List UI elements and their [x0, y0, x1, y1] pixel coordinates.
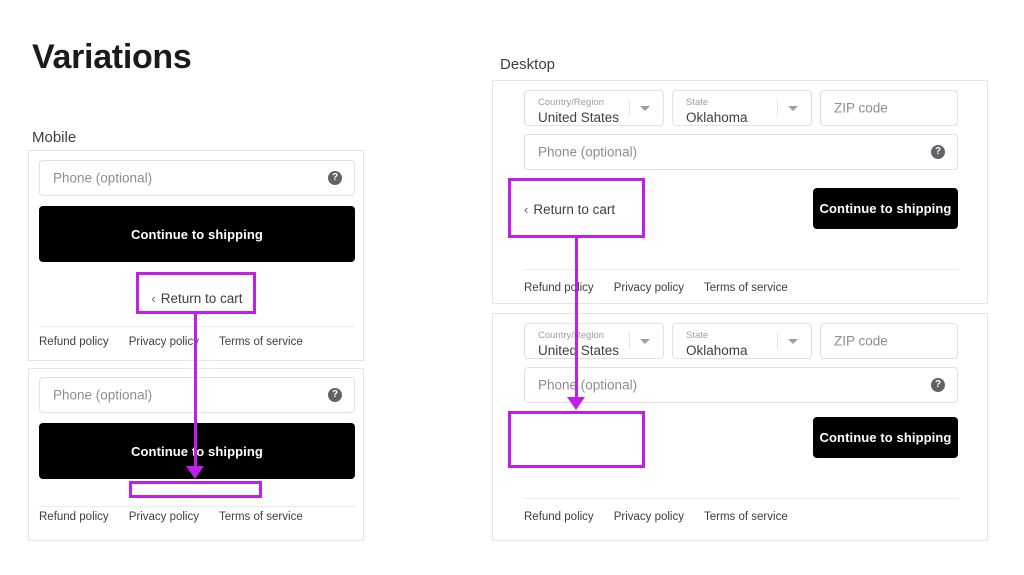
- zip-code-field[interactable]: ZIP code: [820, 90, 958, 126]
- continue-to-shipping-button[interactable]: Continue to shipping: [813, 188, 958, 229]
- page-title: Variations: [32, 40, 192, 74]
- return-to-cart-link-missing: [524, 432, 644, 452]
- footer-links: Refund policy Privacy policy Terms of se…: [524, 511, 788, 523]
- phone-field-placeholder: Phone (optional): [53, 388, 152, 403]
- zip-code-field[interactable]: ZIP code: [820, 323, 958, 359]
- continue-to-shipping-button[interactable]: Continue to shipping: [813, 417, 958, 458]
- footer-link-privacy-policy[interactable]: Privacy policy: [129, 336, 199, 348]
- state-value: Oklahoma: [686, 111, 748, 125]
- return-to-cart-link-missing: [147, 487, 247, 503]
- footer-link-refund-policy[interactable]: Refund policy: [39, 336, 109, 348]
- zip-code-placeholder: ZIP code: [834, 101, 888, 116]
- continue-to-shipping-button[interactable]: Continue to shipping: [39, 206, 355, 262]
- continue-to-shipping-label: Continue to shipping: [131, 227, 263, 242]
- footer-link-privacy-policy[interactable]: Privacy policy: [129, 511, 199, 523]
- country-region-value: United States: [538, 111, 619, 125]
- chevron-left-icon: ‹: [151, 292, 155, 305]
- country-region-value: United States: [538, 344, 619, 358]
- card-divider: [524, 269, 958, 270]
- return-to-cart-link[interactable]: ‹ Return to cart: [147, 287, 247, 309]
- help-icon[interactable]: ?: [328, 171, 342, 185]
- help-icon[interactable]: ?: [328, 388, 342, 402]
- continue-to-shipping-label: Continue to shipping: [820, 430, 952, 445]
- footer-link-privacy-policy[interactable]: Privacy policy: [614, 511, 684, 523]
- select-divider: [629, 100, 630, 116]
- phone-field[interactable]: Phone (optional) ?: [39, 377, 355, 413]
- country-region-select[interactable]: Country/Region United States: [524, 90, 664, 126]
- chevron-down-icon[interactable]: [788, 339, 798, 344]
- phone-field[interactable]: Phone (optional) ?: [524, 367, 958, 403]
- phone-field-placeholder: Phone (optional): [53, 171, 152, 186]
- country-region-label: Country/Region: [538, 98, 604, 108]
- chevron-down-icon[interactable]: [788, 106, 798, 111]
- state-label: State: [686, 331, 708, 341]
- footer-link-privacy-policy[interactable]: Privacy policy: [614, 282, 684, 294]
- section-label-mobile: Mobile: [32, 130, 76, 145]
- continue-to-shipping-button[interactable]: Continue to shipping: [39, 423, 355, 479]
- phone-field-placeholder: Phone (optional): [538, 378, 637, 393]
- return-to-cart-link[interactable]: ‹ Return to cart: [524, 199, 644, 219]
- footer-link-terms-of-service[interactable]: Terms of service: [219, 511, 303, 523]
- footer-links: Refund policy Privacy policy Terms of se…: [524, 282, 788, 294]
- slide-canvas: Variations Mobile Desktop Phone (optiona…: [0, 0, 1024, 575]
- footer-link-terms-of-service[interactable]: Terms of service: [704, 511, 788, 523]
- desktop-checkout-card-with-return-link: Country/Region United States State Oklah…: [492, 80, 988, 304]
- state-value: Oklahoma: [686, 344, 748, 358]
- mobile-checkout-card-without-return-link: Phone (optional) ? Continue to shipping …: [28, 368, 364, 541]
- phone-field-placeholder: Phone (optional): [538, 145, 637, 160]
- select-divider: [777, 333, 778, 349]
- return-to-cart-label: Return to cart: [533, 202, 615, 217]
- select-divider: [629, 333, 630, 349]
- zip-code-placeholder: ZIP code: [834, 334, 888, 349]
- help-icon[interactable]: ?: [931, 378, 945, 392]
- help-icon[interactable]: ?: [931, 145, 945, 159]
- card-divider: [524, 498, 958, 499]
- mobile-checkout-card-with-return-link: Phone (optional) ? Continue to shipping …: [28, 150, 364, 361]
- return-to-cart-label: Return to cart: [161, 291, 243, 306]
- chevron-down-icon[interactable]: [640, 106, 650, 111]
- country-region-select[interactable]: Country/Region United States: [524, 323, 664, 359]
- chevron-left-icon: ‹: [524, 203, 528, 216]
- footer-links: Refund policy Privacy policy Terms of se…: [39, 511, 303, 523]
- footer-link-refund-policy[interactable]: Refund policy: [524, 511, 594, 523]
- phone-field[interactable]: Phone (optional) ?: [524, 134, 958, 170]
- chevron-down-icon[interactable]: [640, 339, 650, 344]
- footer-link-refund-policy[interactable]: Refund policy: [524, 282, 594, 294]
- state-select[interactable]: State Oklahoma: [672, 323, 812, 359]
- footer-link-refund-policy[interactable]: Refund policy: [39, 511, 109, 523]
- select-divider: [777, 100, 778, 116]
- footer-link-terms-of-service[interactable]: Terms of service: [219, 336, 303, 348]
- section-label-desktop: Desktop: [500, 57, 555, 72]
- card-divider: [39, 326, 355, 327]
- footer-links: Refund policy Privacy policy Terms of se…: [39, 336, 303, 348]
- desktop-checkout-card-without-return-link: Country/Region United States State Oklah…: [492, 313, 988, 541]
- continue-to-shipping-label: Continue to shipping: [131, 444, 263, 459]
- state-label: State: [686, 98, 708, 108]
- continue-to-shipping-label: Continue to shipping: [820, 201, 952, 216]
- card-divider: [39, 506, 355, 507]
- country-region-label: Country/Region: [538, 331, 604, 341]
- state-select[interactable]: State Oklahoma: [672, 90, 812, 126]
- footer-link-terms-of-service[interactable]: Terms of service: [704, 282, 788, 294]
- phone-field[interactable]: Phone (optional) ?: [39, 160, 355, 196]
